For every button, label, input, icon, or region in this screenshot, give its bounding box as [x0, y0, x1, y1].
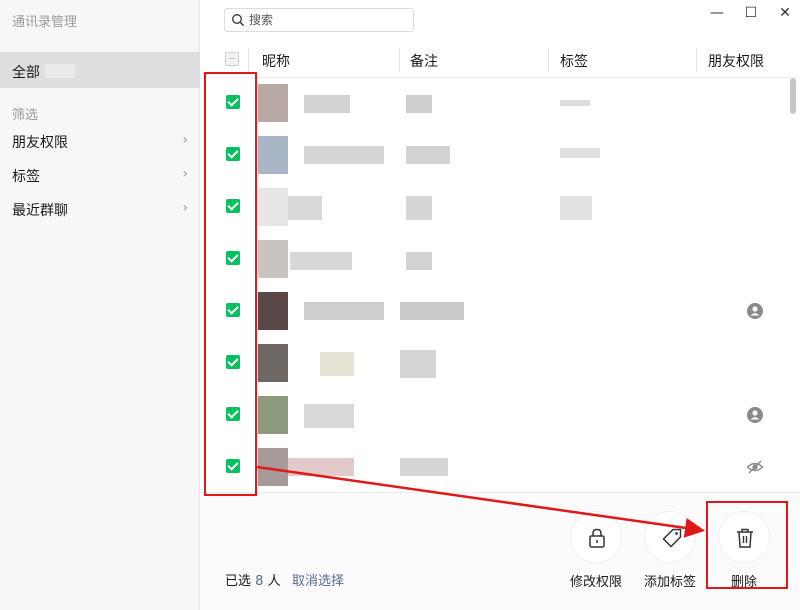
redacted-tag: [560, 196, 592, 220]
redacted-remark: [406, 95, 432, 113]
redacted-remark: [406, 146, 450, 164]
selected-count: 8: [255, 574, 264, 589]
sidebar-item-recent-groups[interactable]: 最近群聊 ›: [0, 193, 200, 225]
redacted-nickname: [304, 95, 350, 113]
redacted-nickname: [290, 252, 352, 270]
table-row[interactable]: [200, 338, 788, 390]
avatar: [258, 240, 288, 278]
tag-icon: [662, 528, 682, 548]
column-divider: [696, 48, 697, 72]
redacted-tag: [560, 100, 590, 106]
avatar: [258, 136, 288, 174]
annotation-delete-highlight: [706, 501, 788, 589]
redacted-nickname: [304, 302, 384, 320]
add-tag-button[interactable]: 添加标签: [640, 511, 700, 590]
redacted-remark: [406, 196, 432, 220]
sidebar-item-friend-permissions[interactable]: 朋友权限 ›: [0, 125, 200, 157]
annotation-checkbox-highlight: [204, 72, 257, 496]
select-all-checkbox[interactable]: [225, 52, 239, 66]
avatar: [258, 344, 288, 382]
sidebar-item-label: 标签: [12, 169, 40, 185]
search-input[interactable]: [249, 11, 409, 29]
table-row[interactable]: [200, 442, 788, 492]
scrollbar-thumb[interactable]: [790, 78, 796, 114]
redacted-nickname: [320, 352, 354, 376]
user-icon: [747, 303, 763, 319]
edit-permissions-button[interactable]: 修改权限: [566, 511, 626, 590]
selection-summary: 已选 8 人: [225, 570, 281, 589]
avatar: [258, 448, 288, 486]
redacted-nickname: [304, 404, 354, 428]
redacted-nickname: [304, 146, 384, 164]
table-row[interactable]: [200, 78, 788, 130]
minimize-button[interactable]: —: [708, 4, 726, 22]
eye-off-icon: [746, 460, 764, 474]
edit-permissions-circle[interactable]: [570, 511, 622, 563]
search-icon: [232, 14, 245, 27]
edit-permissions-label: 修改权限: [569, 575, 622, 590]
column-divider: [399, 48, 400, 72]
avatar: [258, 188, 288, 226]
sidebar-item-all[interactable]: 全部: [0, 52, 200, 88]
redacted-remark: [400, 458, 448, 476]
table-row[interactable]: [200, 130, 788, 182]
contact-list: [200, 78, 788, 492]
redacted-count: [45, 64, 75, 78]
avatar: [258, 292, 288, 330]
search-box[interactable]: [224, 8, 414, 32]
user-icon: [747, 407, 763, 423]
redacted-remark: [406, 252, 432, 270]
maximize-button[interactable]: ☐: [742, 4, 760, 22]
column-tags[interactable]: 标签: [560, 51, 588, 71]
sidebar-item-tags[interactable]: 标签 ›: [0, 159, 200, 191]
column-divider: [548, 48, 549, 72]
app-title: 通讯录管理: [12, 15, 78, 30]
sidebar-item-label: 全部: [12, 65, 40, 81]
redacted-remark: [400, 350, 436, 378]
add-tag-circle[interactable]: [644, 511, 696, 563]
table-header: 昵称 备注 标签 朋友权限: [200, 42, 800, 78]
column-remark[interactable]: 备注: [410, 51, 438, 71]
column-nickname[interactable]: 昵称: [262, 51, 290, 71]
avatar: [258, 396, 288, 434]
table-row[interactable]: [200, 390, 788, 442]
selected-suffix: 人: [267, 574, 281, 589]
add-tag-label: 添加标签: [643, 575, 696, 590]
table-row[interactable]: [200, 286, 788, 338]
chevron-right-icon: ›: [182, 166, 188, 182]
redacted-nickname: [288, 196, 322, 220]
close-button[interactable]: ✕: [776, 4, 794, 22]
sidebar-item-label: 朋友权限: [12, 135, 68, 151]
sidebar-item-label: 最近群聊: [12, 203, 68, 219]
column-divider: [248, 48, 249, 72]
table-row[interactable]: [200, 234, 788, 286]
avatar: [258, 84, 288, 122]
cancel-selection-link[interactable]: 取消选择: [292, 570, 344, 589]
filter-heading: 筛选: [12, 108, 39, 123]
redacted-nickname: [288, 458, 354, 476]
redacted-tag: [560, 148, 600, 158]
column-friend-permissions[interactable]: 朋友权限: [708, 51, 764, 71]
lock-icon: [589, 528, 605, 548]
sidebar: 通讯录管理 全部 筛选 朋友权限 › 标签 › 最近群聊 ›: [0, 0, 200, 610]
table-row[interactable]: [200, 182, 788, 234]
selected-prefix: 已选: [225, 574, 252, 589]
redacted-remark: [400, 302, 464, 320]
chevron-right-icon: ›: [182, 200, 188, 216]
chevron-right-icon: ›: [182, 132, 188, 148]
